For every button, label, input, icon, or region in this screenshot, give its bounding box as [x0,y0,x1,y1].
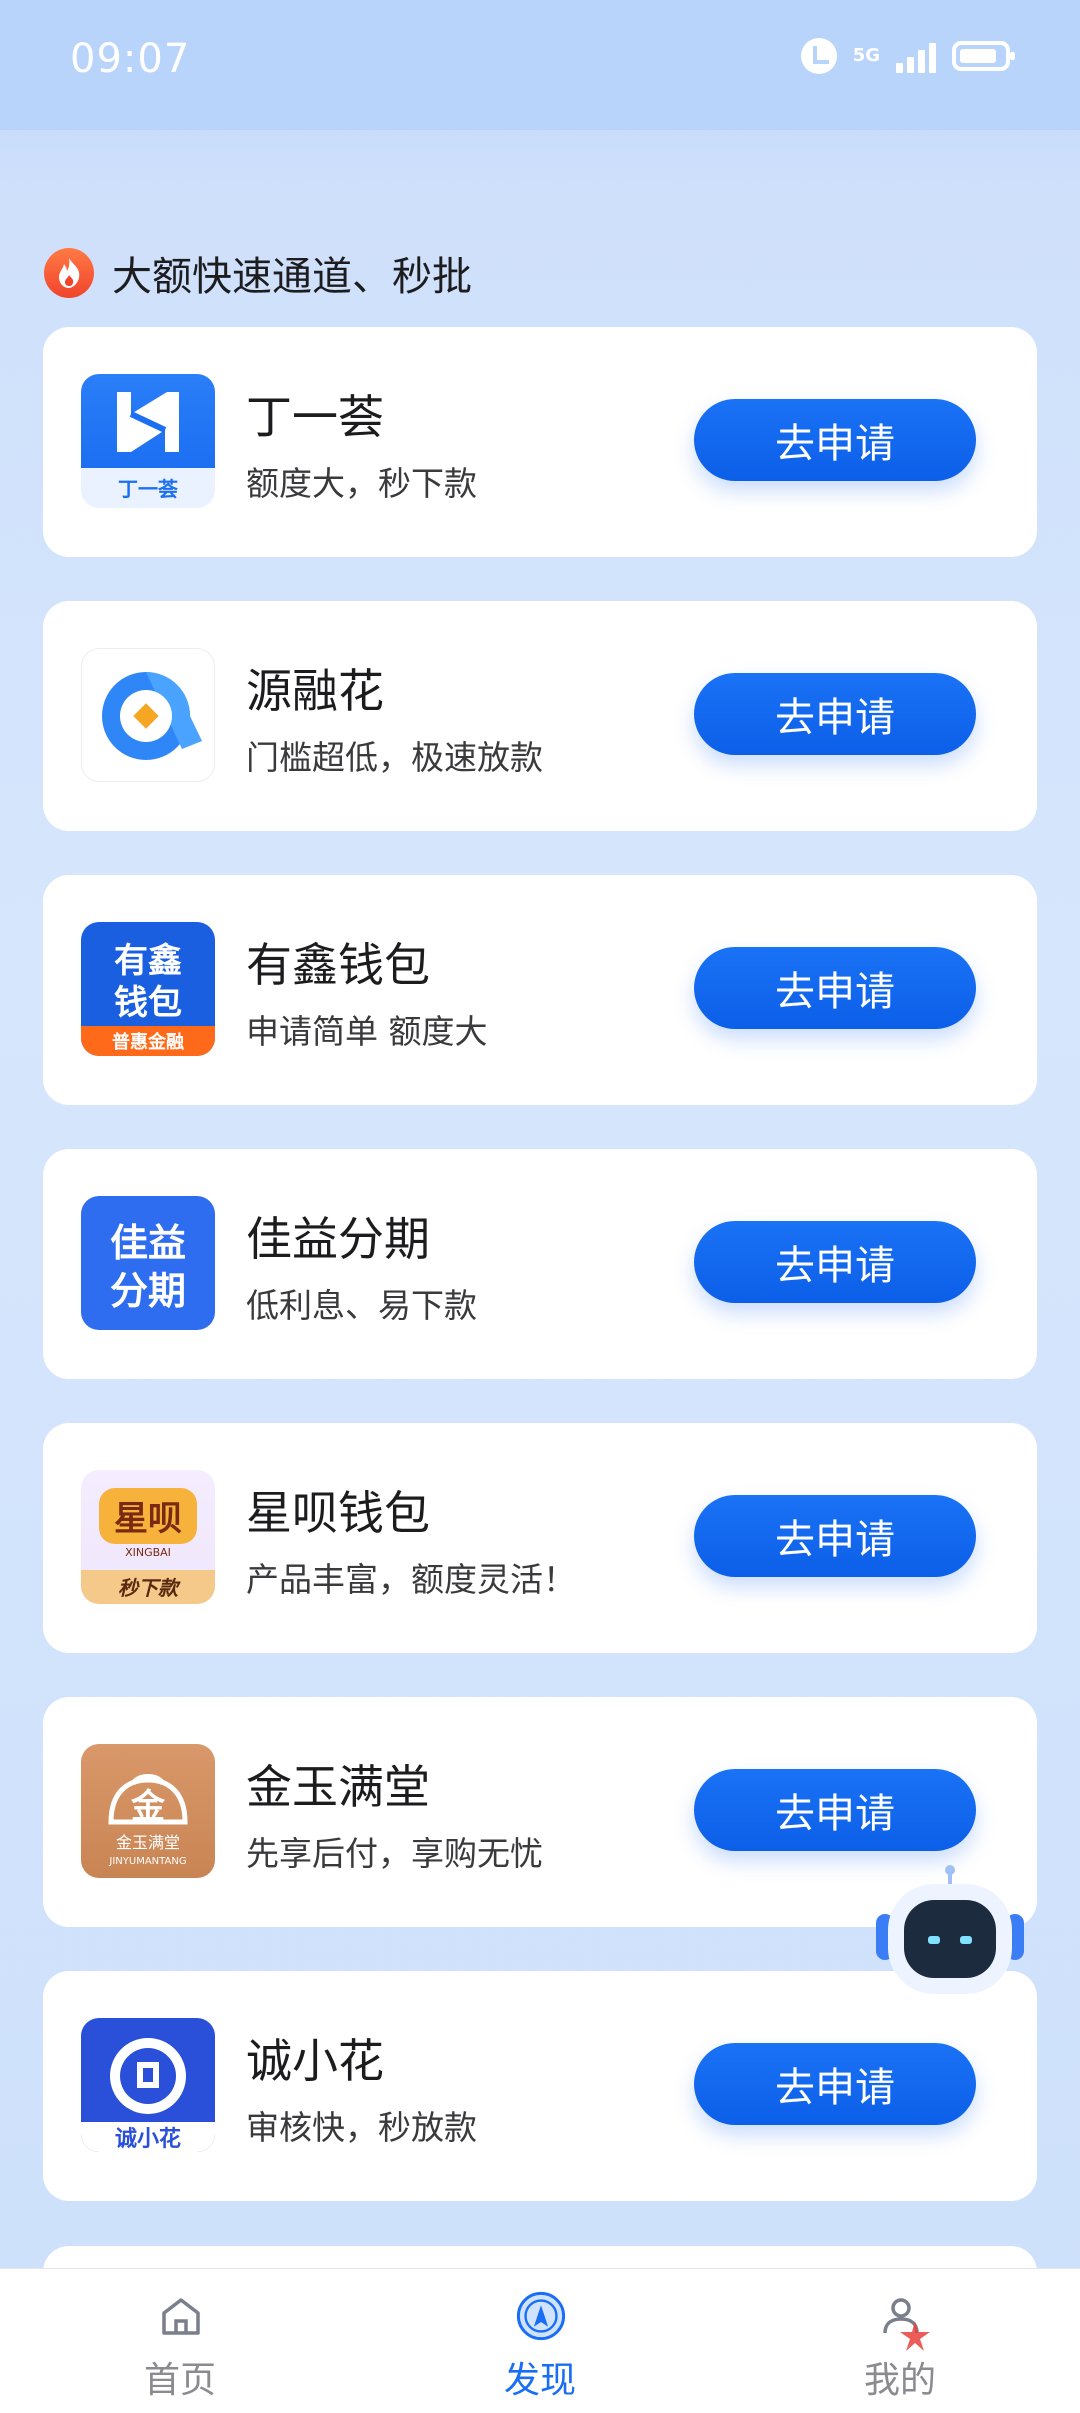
app-name: 丁一荟 [246,390,384,444]
apply-button[interactable]: 去申请 [694,673,976,755]
compass-icon [516,2291,566,2341]
app-desc: 先享后付，享购无忧 [246,1834,543,1873]
app-name: 金玉满堂 [246,1760,430,1814]
app-logo-yuanronghua [81,648,215,782]
apply-button[interactable]: 去申请 [694,399,976,481]
app-desc: 额度大，秒下款 [246,464,477,503]
svg-text:金: 金 [130,1787,166,1827]
app-name: 星呗钱包 [246,1486,430,1540]
nav-home[interactable]: 首页 [80,2269,280,2413]
section-title: 大额快速通道、秒批 [112,254,472,300]
app-logo-dingyihui: 丁一荟 [81,374,215,508]
app-desc: 产品丰富，额度灵活！ [246,1560,576,1599]
alarm-icon [800,38,837,74]
section-header: 大额快速通道、秒批 [44,244,472,302]
apply-button[interactable]: 去申请 [694,1221,976,1303]
svg-text:钱包: 钱包 [114,983,182,1023]
status-bar: 09:07 5G [0,0,1080,130]
app-desc: 审核快，秒放款 [246,2108,477,2147]
app-name: 诚小花 [246,2034,384,2088]
nav-label: 我的 [863,2360,936,2401]
loan-card[interactable]: 佳益 分期 佳益分期 低利息、易下款 去申请 [43,1149,1037,1379]
svg-text:佳益: 佳益 [110,1221,186,1265]
nav-label: 首页 [143,2360,216,2401]
logo-sub: JINYUMANTANG [108,1856,186,1867]
loan-card[interactable]: 星呗 XINGBAI 秒下款 星呗钱包 产品丰富，额度灵活！ 去申请 [43,1423,1037,1653]
app-logo-jiayi: 佳益 分期 [81,1196,215,1330]
logo-text: 金玉满堂 [116,1833,180,1852]
logo-text: 星呗 [114,1499,182,1539]
app-name: 有鑫钱包 [246,938,430,992]
loan-card[interactable]: 源融花 门槛超低，极速放款 去申请 [43,601,1037,831]
loan-card[interactable]: 丁一荟 丁一荟 额度大，秒下款 去申请 [43,327,1037,557]
app-logo-youxin: 有鑫 钱包 普惠金融 [81,922,215,1056]
fire-icon [44,248,94,298]
app-logo-chengxiaohua: 诚小花 [81,2018,215,2152]
logo-text: 诚小花 [115,2126,181,2152]
app-logo-jinyumantang: 金 金玉满堂 JINYUMANTANG [81,1744,215,1878]
nav-label: 发现 [503,2360,576,2401]
svg-text:XINGBAI: XINGBAI [125,1546,171,1559]
app-desc: 申请简单 额度大 [246,1012,488,1051]
logo-sub: 秒下款 [118,1576,181,1600]
nav-discover[interactable]: 发现 [440,2269,640,2413]
apply-button[interactable]: 去申请 [694,1769,976,1851]
apply-button[interactable]: 去申请 [694,1495,976,1577]
signal-icon [896,39,936,73]
loan-card[interactable]: 有鑫 钱包 普惠金融 有鑫钱包 申请简单 额度大 去申请 [43,875,1037,1105]
status-icons: 5G [800,38,1015,74]
app-desc: 低利息、易下款 [246,1286,477,1325]
status-time: 09:07 [70,36,191,82]
network-label: 5G [852,45,880,66]
logo-sub: 普惠金融 [112,1031,184,1053]
bottom-nav: 首页 发现 我的 [0,2268,1080,2413]
loan-card[interactable]: 诚小花 诚小花 审核快，秒放款 去申请 [43,1971,1037,2201]
app-name: 源融花 [246,664,384,718]
apply-button[interactable]: 去申请 [694,947,976,1029]
app-desc: 门槛超低，极速放款 [246,738,543,777]
svg-text:有鑫: 有鑫 [114,941,182,981]
home-icon [162,2298,200,2335]
battery-icon [952,41,1015,71]
app-name: 佳益分期 [246,1212,430,1266]
app-logo-xingbei: 星呗 XINGBAI 秒下款 [81,1470,215,1604]
svg-text:分期: 分期 [110,1269,186,1313]
watermark-logo [898,2319,932,2353]
robot-assistant-icon[interactable] [870,1864,1030,2004]
logo-text: 丁一荟 [118,477,178,501]
apply-button[interactable]: 去申请 [694,2043,976,2125]
